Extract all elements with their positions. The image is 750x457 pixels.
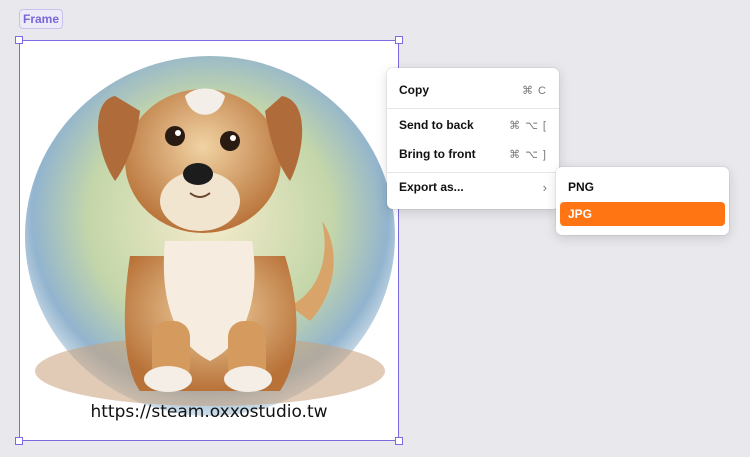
context-menu: Copy ⌘ C Send to back ⌘ ⌥ [ Bring to fro… <box>387 68 559 209</box>
resize-handle-top-left[interactable] <box>15 36 23 44</box>
frame-label[interactable]: Frame <box>19 9 63 29</box>
export-submenu: PNG JPG <box>556 167 729 235</box>
export-option-png[interactable]: PNG <box>560 175 725 199</box>
menu-item-label: Copy <box>399 83 429 97</box>
menu-item-label: Send to back <box>399 118 474 132</box>
shortcut-hint: ⌘ C <box>522 84 547 97</box>
resize-handle-bottom-right[interactable] <box>395 437 403 445</box>
export-option-jpg[interactable]: JPG <box>560 202 725 226</box>
resize-handle-bottom-left[interactable] <box>15 437 23 445</box>
image-frame[interactable]: https://steam.oxxostudio.tw <box>19 40 399 441</box>
resize-handle-top-right[interactable] <box>395 36 403 44</box>
puppy-illustration <box>25 56 395 416</box>
shortcut-hint: ⌘ ⌥ ] <box>509 148 547 161</box>
chevron-right-icon: › <box>542 179 547 195</box>
menu-divider <box>387 108 559 109</box>
menu-item-bring-to-front[interactable]: Bring to front ⌘ ⌥ ] <box>387 140 559 168</box>
menu-item-label: Bring to front <box>399 147 476 161</box>
watermark-url: https://steam.oxxostudio.tw <box>90 402 328 422</box>
menu-item-export-as[interactable]: Export as... › <box>387 173 559 201</box>
menu-item-send-to-back[interactable]: Send to back ⌘ ⌥ [ <box>387 111 559 139</box>
menu-item-label: Export as... <box>399 180 464 194</box>
menu-item-copy[interactable]: Copy ⌘ C <box>387 76 559 104</box>
shortcut-hint: ⌘ ⌥ [ <box>509 119 547 132</box>
